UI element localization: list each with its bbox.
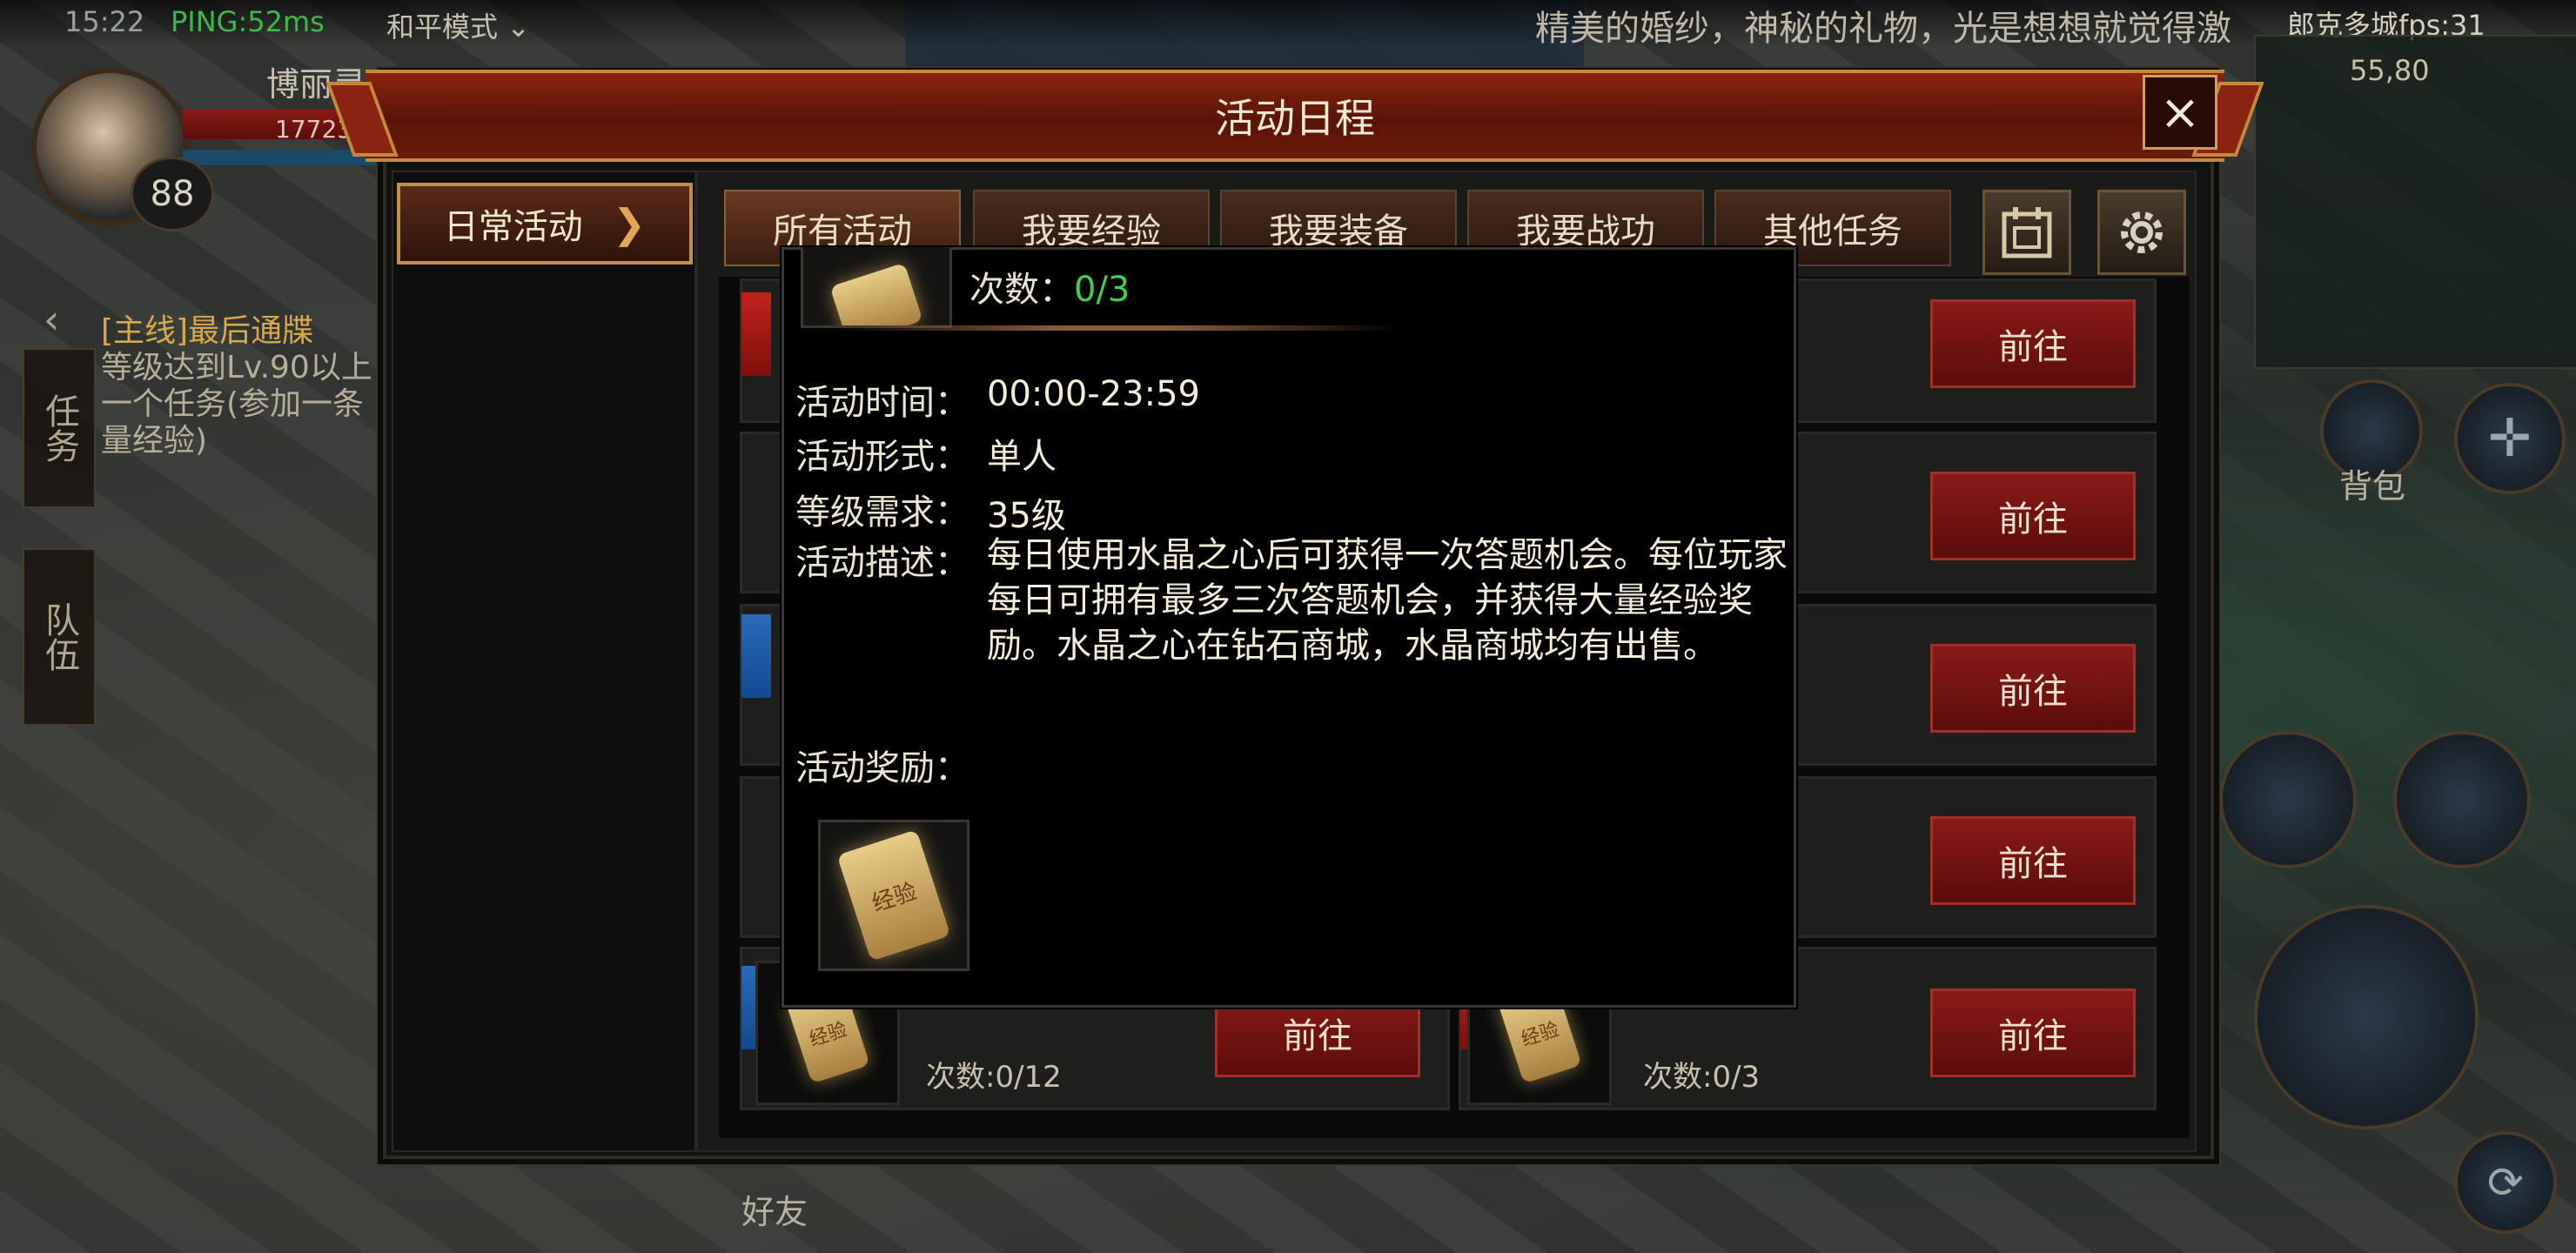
settings-gear-icon[interactable] — [2097, 190, 2186, 275]
reward-item-slot[interactable]: 经验 — [818, 820, 969, 971]
chevron-down-icon: ⌄ — [506, 10, 530, 44]
skill-button[interactable] — [2219, 731, 2357, 868]
form-label: 活动形式： — [795, 437, 969, 477]
collapse-arrow-icon[interactable]: ‹ — [44, 296, 59, 343]
reward-label: 活动奖励： — [795, 748, 969, 788]
quest-line: 等级达到Lv.90以上 — [101, 350, 372, 385]
goto-button[interactable]: 前往 — [1930, 299, 2136, 388]
broadcast-marquee: 精美的婚纱，神秘的礼物，光是想想就觉得激 — [1535, 9, 2231, 49]
friend-label[interactable]: 好友 — [741, 1185, 808, 1233]
goto-button[interactable]: 前往 — [1930, 644, 2136, 733]
exp-scroll-icon: 经验 — [836, 829, 951, 962]
tab-team[interactable]: 队伍 — [23, 548, 96, 726]
popup-count: 次数：0/3 — [969, 261, 1130, 312]
exp-scroll-icon — [829, 262, 923, 325]
quest-title: [主线]最后通牒 — [101, 313, 314, 349]
bag-label: 背包 — [2339, 467, 2406, 506]
dialog-title: 活动日程 — [1215, 95, 1375, 142]
goto-button[interactable]: 前往 — [1930, 816, 2136, 905]
count-value: 0/3 — [1074, 270, 1130, 310]
map-coordinates: 55,80 — [2350, 54, 2430, 87]
skill-button[interactable] — [2393, 731, 2531, 868]
goto-button[interactable]: 前往 — [1930, 988, 2136, 1077]
popup-divider — [832, 325, 1398, 331]
mode-selector[interactable]: 和平模式 ⌄ — [386, 5, 530, 45]
form-value: 单人 — [987, 437, 1057, 477]
quest-line: 一个任务(参加一条 — [101, 386, 365, 422]
switch-target-icon[interactable]: ⟳ — [2454, 1131, 2557, 1234]
limited-ribbon — [741, 614, 771, 698]
category-panel — [392, 171, 696, 1152]
quest-line: 量经验) — [101, 423, 208, 459]
ping-text: PING:52ms — [171, 5, 325, 38]
count-label: 次数： — [969, 270, 1074, 310]
desc-label: 活动描述： — [795, 543, 969, 583]
clock-text: 15:22 — [64, 5, 145, 38]
activity-count: 次数:0/3 — [1643, 1060, 1761, 1095]
mode-label: 和平模式 — [386, 10, 499, 44]
player-level-badge: 88 — [131, 157, 214, 231]
quest-tracker[interactable]: [主线]最后通牒 等级达到Lv.90以上 一个任务(参加一条 量经验) — [101, 313, 388, 459]
level-req-value: 35级 — [987, 496, 1066, 536]
category-label: 日常活动 — [443, 207, 583, 247]
activity-count: 次数:0/12 — [926, 1060, 1062, 1095]
calendar-icon[interactable] — [1982, 190, 2071, 275]
time-label: 活动时间： — [795, 383, 969, 423]
attack-button[interactable] — [2254, 905, 2479, 1129]
tab-task[interactable]: 任务 — [23, 348, 96, 508]
category-daily-button[interactable]: 日常活动 ❯ — [397, 183, 693, 265]
recommend-ribbon — [741, 292, 771, 376]
time-value: 00:00-23:59 — [987, 374, 1200, 414]
move-icon[interactable]: ✛ — [2454, 383, 2566, 494]
level-req-label: 等级需求： — [795, 492, 969, 533]
goto-button[interactable]: 前往 — [1930, 472, 2136, 560]
chevron-right-icon: ❯ — [612, 200, 647, 247]
dialog-titlebar: 活动日程 — [366, 70, 2224, 162]
desc-value: 每日使用水晶之心后可获得一次答题机会。每位玩家每日可拥有最多三次答题机会，并获得… — [987, 535, 1788, 666]
popup-activity-icon — [801, 247, 952, 328]
close-button[interactable]: × — [2143, 75, 2217, 150]
